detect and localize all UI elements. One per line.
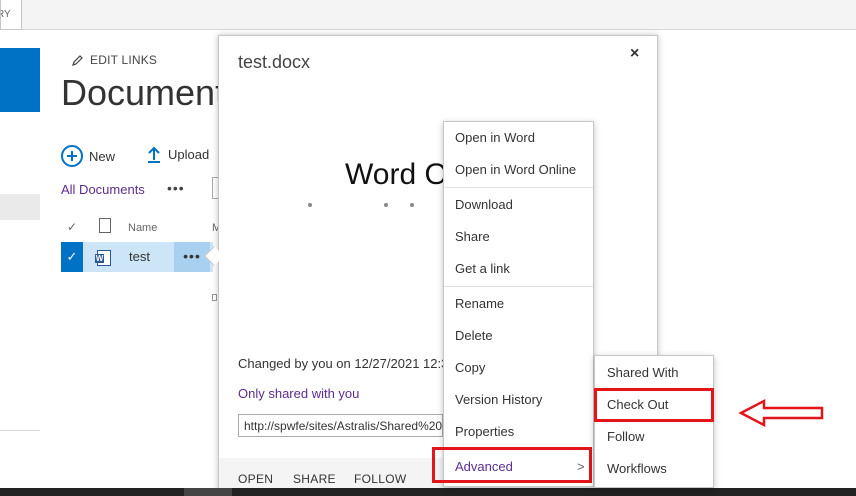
menu-item-version-history[interactable]: Version History: [455, 392, 542, 407]
sharing-status-link[interactable]: Only shared with you: [238, 386, 359, 401]
view-more-button[interactable]: •••: [167, 180, 185, 196]
edit-links-label: EDIT LINKS: [90, 53, 158, 67]
menu-item-get-a-link[interactable]: Get a link: [455, 261, 510, 276]
red-pointer-arrow-icon: [738, 398, 824, 428]
menu-divider: [444, 187, 593, 188]
document-url-field[interactable]: http://spwfe/sites/Astralis/Shared%20Doc…: [238, 414, 443, 437]
menu-item-delete[interactable]: Delete: [455, 328, 493, 343]
nav-divider: [0, 430, 40, 431]
menu-divider: [444, 286, 593, 287]
select-all-check-icon[interactable]: ✓: [67, 220, 77, 234]
menu-item-open-in-word-online[interactable]: Open in Word Online: [455, 162, 576, 177]
menu-item-share[interactable]: Share: [455, 229, 490, 244]
taskbar-segment: [184, 488, 232, 496]
column-header-name[interactable]: Name: [128, 222, 157, 234]
row-checkbox[interactable]: ✓: [61, 242, 83, 272]
follow-button[interactable]: FOLLOW: [354, 472, 406, 486]
view-all-documents[interactable]: All Documents: [61, 182, 145, 197]
site-logo-tile[interactable]: [0, 48, 40, 112]
loading-dot: [410, 203, 414, 207]
highlight-box-check-out: [594, 388, 714, 422]
row-small-icon: [212, 294, 217, 301]
upload-arrow-icon: [148, 146, 160, 163]
ribbon-tab-library[interactable]: RY: [0, 0, 22, 30]
submenu-item-workflows[interactable]: Workflows: [607, 461, 667, 476]
menu-item-rename[interactable]: Rename: [455, 296, 504, 311]
share-button[interactable]: SHARE: [293, 472, 336, 486]
menu-item-open-in-word[interactable]: Open in Word: [455, 130, 535, 145]
close-icon[interactable]: ×: [630, 45, 639, 63]
menu-item-copy[interactable]: Copy: [455, 360, 485, 375]
menu-item-properties[interactable]: Properties: [455, 424, 514, 439]
changed-by-text: Changed by you on 12/27/2021 12:32 PM: [238, 356, 443, 371]
pencil-icon: [72, 55, 83, 66]
new-label: New: [89, 148, 116, 164]
preview-text: Word Online: [345, 158, 443, 191]
open-button[interactable]: OPEN: [238, 472, 273, 486]
menu-item-download[interactable]: Download: [455, 197, 513, 212]
ribbon-bar: RY: [0, 0, 856, 30]
add-circle-icon: [61, 145, 83, 167]
nav-selected-item[interactable]: [0, 194, 40, 220]
upload-button[interactable]: Upload: [146, 145, 209, 163]
upload-label: Upload: [168, 146, 210, 162]
document-type-icon: [99, 218, 111, 233]
submenu-item-shared-with[interactable]: Shared With: [607, 365, 679, 380]
loading-dot: [384, 203, 388, 207]
new-button[interactable]: New: [61, 145, 115, 167]
callout-title: test.docx: [238, 52, 311, 72]
highlight-box-advanced: [432, 447, 592, 483]
page-title: Documents: [61, 72, 219, 113]
submenu-item-follow[interactable]: Follow: [607, 429, 645, 444]
edit-links-button[interactable]: EDIT LINKS: [72, 53, 157, 67]
taskbar-strip: [0, 488, 856, 496]
loading-dot: [308, 203, 312, 207]
word-doc-icon: [95, 250, 111, 266]
row-file-name[interactable]: test: [129, 249, 150, 264]
